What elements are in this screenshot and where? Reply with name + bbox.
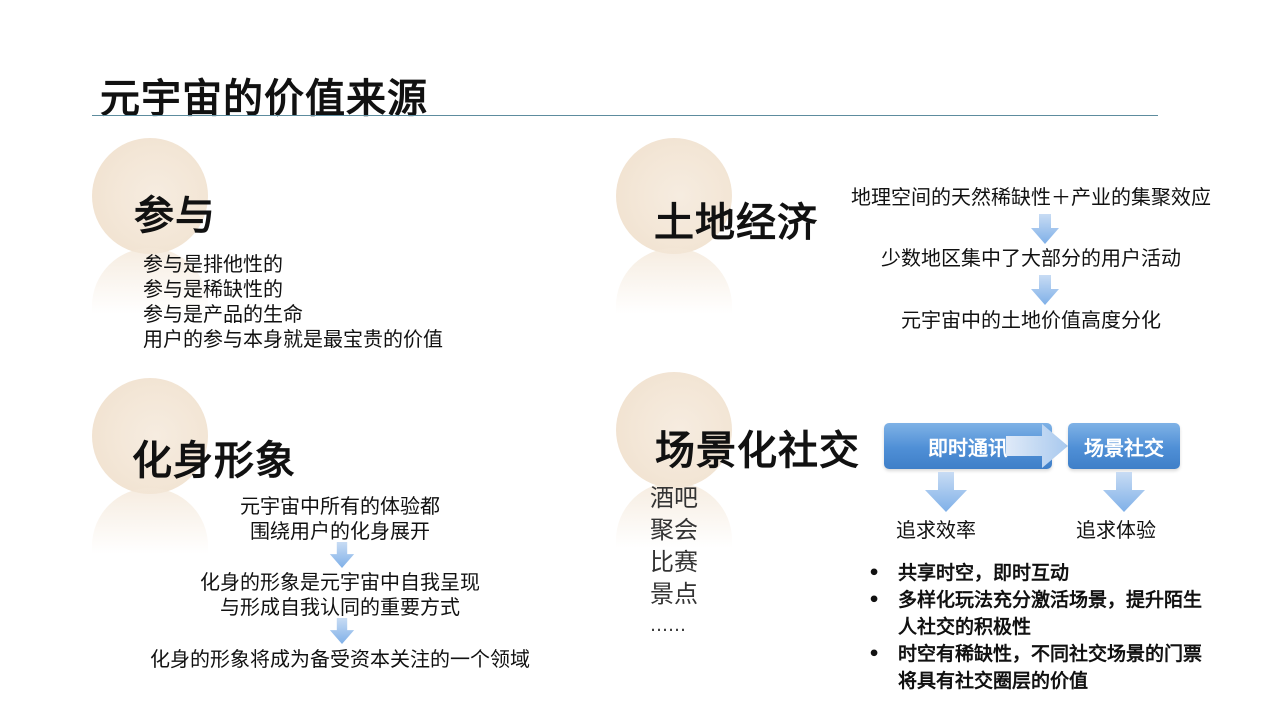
avatar-step-line: 围绕用户的化身展开	[250, 519, 430, 543]
avatar-step-line: 元宇宙中所有的体验都	[240, 494, 440, 518]
avatar-heading: 化身形象	[132, 438, 296, 484]
arrow-down-icon	[1103, 472, 1145, 512]
venue-item: 景点	[650, 580, 698, 608]
participation-line: 参与是稀缺性的	[143, 277, 283, 301]
arrow-down-icon	[925, 472, 967, 512]
experience-result: 追求体验	[1076, 518, 1156, 542]
bullet-item: 时空有稀缺性，不同社交场景的门票将具有社交圈层的价值	[868, 641, 1218, 695]
venue-list: 酒吧 聚会 比赛 景点 ……	[650, 482, 698, 642]
venue-item: 酒吧	[650, 484, 698, 512]
arrow-down-icon	[329, 618, 355, 644]
avatar-step-2: 化身的形象是元宇宙中自我呈现 与形成自我认同的重要方式	[130, 570, 550, 620]
avatar-step-line: 化身的形象是元宇宙中自我呈现	[200, 570, 480, 594]
scene-social-bullets: 共享时空，即时互动 多样化玩法充分激活场景，提升陌生人社交的积极性 时空有稀缺性…	[868, 560, 1218, 695]
venue-item: ……	[650, 615, 686, 636]
land-economy-heading: 土地经济	[654, 200, 818, 246]
land-economy-circle-reflection	[616, 248, 732, 314]
avatar-step-3: 化身的形象将成为备受资本关注的一个领域	[150, 647, 530, 671]
venue-item: 聚会	[650, 516, 698, 544]
participation-line: 用户的参与本身就是最宝贵的价值	[143, 327, 443, 351]
venue-item: 比赛	[650, 548, 698, 576]
arrow-down-icon	[1031, 214, 1059, 244]
scene-social-box: 场景社交	[1068, 423, 1180, 469]
participation-heading: 参与	[134, 193, 216, 239]
land-step-3: 元宇宙中的土地价值高度分化	[901, 308, 1161, 332]
participation-line: 参与是产品的生命	[143, 302, 303, 326]
bullet-item: 共享时空，即时互动	[868, 560, 1218, 587]
avatar-step-1: 元宇宙中所有的体验都 围绕用户的化身展开	[130, 494, 550, 544]
arrow-down-icon	[1031, 275, 1059, 305]
title-divider	[92, 115, 1158, 116]
participation-line: 参与是排他性的	[143, 252, 283, 276]
arrow-down-icon	[329, 542, 355, 568]
arrow-right-icon	[1006, 424, 1068, 468]
participation-list: 参与是排他性的 参与是稀缺性的 参与是产品的生命 用户的参与本身就是最宝贵的价值	[143, 252, 443, 352]
scene-social-heading: 场景化社交	[655, 428, 860, 474]
bullet-item: 多样化玩法充分激活场景，提升陌生人社交的积极性	[868, 587, 1218, 641]
land-step-2: 少数地区集中了大部分的用户活动	[881, 246, 1181, 270]
efficiency-result: 追求效率	[896, 518, 976, 542]
avatar-step-line: 与形成自我认同的重要方式	[220, 595, 460, 619]
land-step-1: 地理空间的天然稀缺性＋产业的集聚效应	[851, 185, 1211, 209]
